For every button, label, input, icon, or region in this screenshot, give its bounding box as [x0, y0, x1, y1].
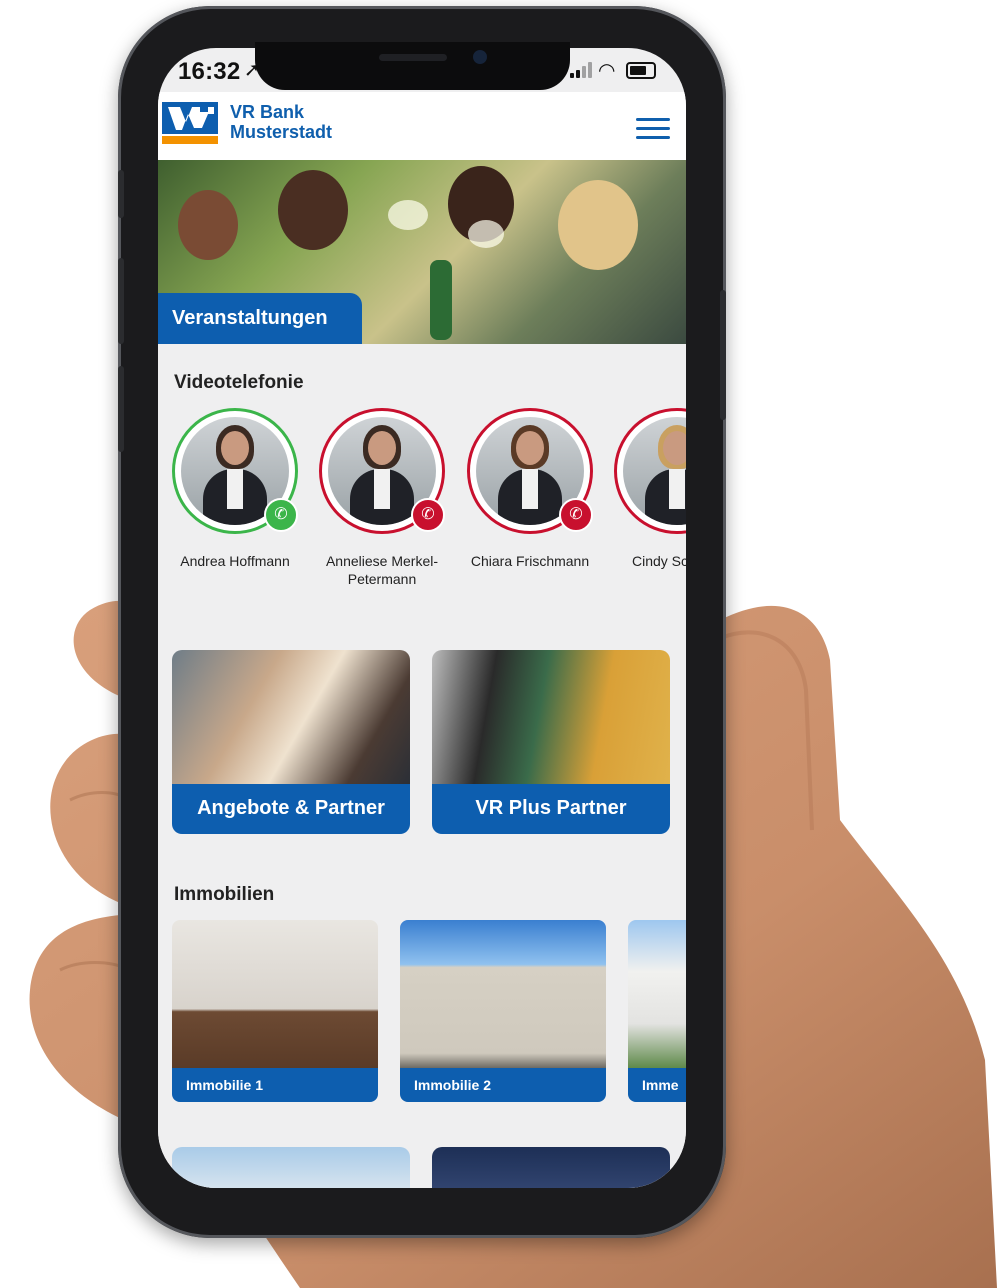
offers-card-image	[172, 650, 410, 784]
hero-photo-person	[558, 180, 638, 270]
property-image	[172, 920, 378, 1068]
vr-bank-logo[interactable]	[162, 102, 218, 144]
events-hero-banner[interactable]: Veranstaltungen	[158, 160, 686, 344]
hero-photo-person	[278, 170, 348, 250]
contact-name: Cindy Sc	[632, 553, 686, 569]
status-time: 16:32	[178, 58, 241, 85]
contact-avatar[interactable]: ✆	[172, 408, 298, 534]
video-section-title: Videotelefonie	[174, 372, 304, 393]
phone-icon[interactable]: ✆	[411, 498, 445, 532]
property-image	[628, 920, 686, 1068]
vr-plus-card-label: VR Plus Partner	[475, 797, 627, 819]
vr-plus-card-label-box: VR Plus Partner	[432, 784, 670, 834]
wifi-icon: ◠	[598, 60, 616, 82]
bank-name-line1: VR Bank	[230, 102, 305, 122]
bank-name-line2: Musterstadt	[230, 122, 333, 142]
property-label: Imme	[642, 1077, 679, 1093]
contact-avatar[interactable]: ✆	[319, 408, 445, 534]
phone-notch	[255, 42, 570, 90]
contact-avatar[interactable]: ✆	[467, 408, 593, 534]
hero-photo-glass	[388, 200, 428, 230]
property-label-box: Immobilie 2	[400, 1068, 606, 1102]
phone-volume-up	[118, 258, 124, 344]
contact-name: Chiara Frischmann	[470, 553, 590, 569]
bottom-card[interactable]	[172, 1147, 410, 1188]
cellular-signal-icon	[570, 62, 592, 78]
hero-label: Veranstaltungen	[172, 307, 328, 329]
front-camera	[473, 50, 487, 64]
speaker-grille	[379, 54, 447, 61]
real-estate-section-title: Immobilien	[174, 884, 275, 905]
property-card[interactable]: Imme	[628, 920, 686, 1102]
property-label-box: Imme	[628, 1068, 686, 1102]
property-card[interactable]: Immobilie 1	[172, 920, 378, 1102]
phone-power-button	[720, 290, 726, 420]
hamburger-menu-icon[interactable]	[636, 118, 670, 140]
vr-plus-card-image	[432, 650, 670, 784]
property-card[interactable]: Immobilie 2	[400, 920, 606, 1102]
bottom-card[interactable]	[432, 1147, 670, 1188]
main-content: Videotelefonie ✆ Andrea Hoffmann ✆ Annel…	[158, 344, 686, 1188]
offers-card-label: Angebote & Partner	[197, 797, 385, 819]
hero-photo-person	[178, 190, 238, 260]
property-label-box: Immobilie 1	[172, 1068, 378, 1102]
hero-photo-bottle	[430, 260, 452, 340]
phone-icon[interactable]: ✆	[559, 498, 593, 532]
property-label: Immobilie 1	[186, 1077, 264, 1093]
hero-label-box[interactable]: Veranstaltungen	[158, 293, 362, 344]
property-label: Immobilie 2	[414, 1077, 492, 1093]
contact-name: Andrea Hoffmann	[180, 553, 290, 569]
phone-volume-down	[118, 366, 124, 452]
phone-side-button	[118, 170, 124, 218]
contact-name: Anneliese Merkel-Petermann	[325, 553, 439, 587]
contact-avatar[interactable]	[614, 408, 686, 534]
app-screen: 16:32 ➚ ◠ VR Bank Musterstadt Veranstalt…	[158, 48, 686, 1188]
hero-photo-glass	[468, 220, 504, 248]
property-image	[400, 920, 606, 1068]
phone-icon[interactable]: ✆	[264, 498, 298, 532]
app-header: VR Bank Musterstadt	[158, 92, 686, 160]
battery-icon	[626, 62, 656, 79]
offers-card-label-box: Angebote & Partner	[172, 784, 410, 834]
offers-partner-card[interactable]: Angebote & Partner	[172, 650, 410, 834]
vr-plus-partner-card[interactable]: VR Plus Partner	[432, 650, 670, 834]
